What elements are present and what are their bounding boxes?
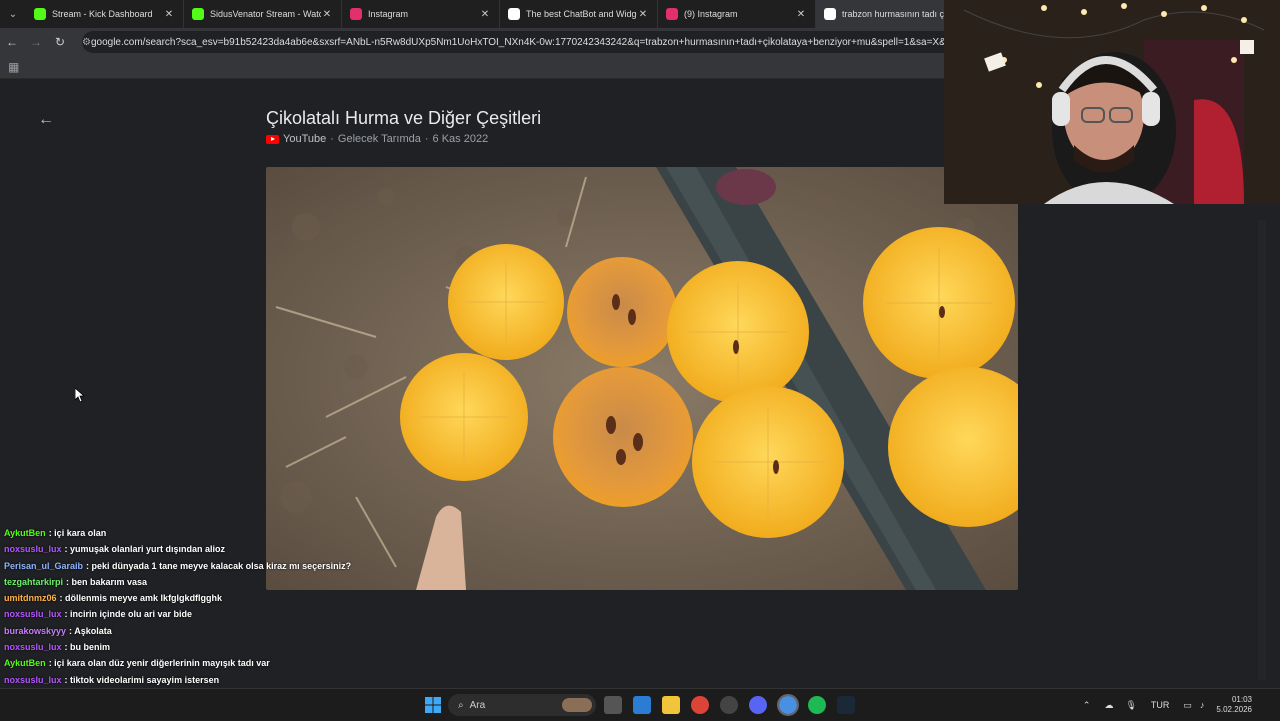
tab-title: The best ChatBot and Widgets: [526, 9, 637, 19]
clock-time: 01:03: [1231, 695, 1252, 704]
instagram-icon: [350, 8, 362, 20]
webcam-overlay: [944, 0, 1280, 204]
apps-grid-icon[interactable]: ▦: [8, 60, 19, 74]
url-text: google.com/search?sca_esv=b91b52423da4ab…: [90, 36, 962, 48]
separator: ·: [424, 133, 429, 145]
kick-icon: [34, 8, 46, 20]
close-tab-icon[interactable]: ✕: [795, 9, 807, 20]
close-tab-icon[interactable]: ✕: [479, 9, 491, 20]
chat-username: noxsuslu_lux: [4, 642, 62, 653]
browser-tab[interactable]: (9) Instagram ✕: [658, 0, 816, 28]
kick-icon: [192, 8, 204, 20]
source-name[interactable]: YouTube: [283, 133, 326, 145]
reload-button[interactable]: ↻: [48, 28, 72, 56]
back-button[interactable]: ←: [0, 28, 24, 56]
windows-start-icon[interactable]: [424, 696, 442, 714]
chat-message: umitdnmz06: döllenmis meyve amk lkfglgkd…: [4, 590, 604, 606]
search-placeholder: Ara: [469, 699, 486, 711]
browser-tab[interactable]: Stream - Kick Dashboard ✕: [26, 0, 184, 28]
chat-username: noxsuslu_lux: [4, 674, 62, 685]
spotify-icon[interactable]: [808, 696, 826, 714]
search-icon: ⌕: [458, 699, 464, 711]
network-icon[interactable]: ▭: [1183, 700, 1192, 711]
chat-text: : içi kara olan düz yenir diğerlerinin m…: [48, 658, 270, 669]
streamer-camera: [944, 0, 1280, 204]
microphone-icon[interactable]: 🎙: [1125, 700, 1136, 711]
volume-icon[interactable]: ♪: [1200, 700, 1205, 710]
browser-tab[interactable]: Instagram ✕: [342, 0, 500, 28]
site-info-icon[interactable]: ⚙: [82, 37, 91, 48]
chat-text: : tiktok videolarimi sayayim istersen: [64, 674, 220, 685]
tab-search-chevron-icon[interactable]: ⌄: [0, 0, 26, 28]
system-tray: ⌃ ☁ 🎙 TUR ▭ ♪ 01:03 5.02.2026: [1083, 689, 1280, 721]
steam-icon[interactable]: [837, 696, 855, 714]
chrome-icon[interactable]: [691, 696, 709, 714]
separator: ·: [330, 133, 334, 145]
chat-username: AykutBen: [4, 528, 46, 538]
forward-button[interactable]: →: [24, 28, 48, 56]
close-tab-icon[interactable]: ✕: [637, 9, 649, 20]
chat-text: : incirin içinde olu ari var bide: [64, 609, 193, 620]
browser-tab[interactable]: The best ChatBot and Widgets ✕: [500, 0, 658, 28]
tab-title: Instagram: [368, 9, 409, 19]
chat-message: burakowskyyy: Aşkolata: [4, 623, 604, 639]
taskbar-search[interactable]: ⌕ Ara: [448, 694, 596, 716]
obs-icon[interactable]: [720, 696, 738, 714]
chat-text: : bu benim: [64, 642, 111, 653]
google-icon: [824, 8, 836, 20]
chat-message: AykutBen: içi kara olan düz yenir diğerl…: [4, 655, 604, 671]
chat-username: Perisan_ul_Garaib: [4, 560, 84, 571]
chat-username: AykutBen: [4, 658, 46, 669]
result-source: YouTube · Gelecek Tarımda · 6 Kas 2022: [266, 133, 488, 145]
file-explorer-icon[interactable]: [662, 696, 680, 714]
youtube-icon: [266, 134, 279, 144]
search-highlight-icon: [562, 698, 592, 712]
viewer-back-button[interactable]: ←: [38, 111, 54, 129]
address-bar[interactable]: ⚙ google.com/search?sca_esv=b91b52423da4…: [82, 31, 962, 53]
chat-text: : Aşkolata: [69, 625, 112, 636]
chat-message: noxsuslu_lux: bu benim: [4, 639, 604, 655]
onedrive-icon[interactable]: ☁: [1104, 700, 1113, 711]
chat-message: noxsuslu_lux: yumuşak olanlari yurt dışı…: [4, 541, 604, 557]
chat-username: tezgahtarkirpi: [4, 576, 64, 587]
vertical-scrollbar[interactable]: [1258, 220, 1266, 680]
chat-text: : yumuşak olanlari yurt dışından alioz: [64, 544, 226, 555]
page-title[interactable]: Çikolatalı Hurma ve Diğer Çeşitleri: [266, 108, 541, 129]
chat-username: noxsuslu_lux: [4, 544, 62, 555]
tab-title: (9) Instagram: [684, 9, 738, 19]
language-indicator[interactable]: TUR: [1151, 700, 1170, 710]
close-tab-icon[interactable]: ✕: [321, 9, 333, 20]
chat-text: : döllenmis meyve amk lkfglgkdflgghk: [59, 593, 223, 604]
channel-name: Gelecek Tarımda: [337, 133, 421, 145]
chat-message: tezgahtarkirpi: ben bakarım vasa: [4, 574, 604, 590]
chat-message: noxsuslu_lux: incirin içinde olu ari var…: [4, 606, 604, 622]
chat-text: : peki dünyada 1 tane meyve kalacak olsa…: [86, 560, 352, 571]
chrome-active-icon[interactable]: [777, 694, 799, 716]
browser-tab[interactable]: SidusVenator Stream - Watch Live✕: [184, 0, 342, 28]
store-icon[interactable]: [633, 696, 651, 714]
chat-username: noxsuslu_lux: [4, 609, 62, 620]
instagram-icon: [666, 8, 678, 20]
clock[interactable]: 01:03 5.02.2026: [1216, 695, 1252, 715]
chat-text: : içi kara olan: [48, 528, 107, 538]
close-tab-icon[interactable]: ✕: [163, 9, 175, 20]
publish-date: 6 Kas 2022: [432, 133, 489, 145]
windows-taskbar: ⌕ Ara ⌃ ☁ 🎙 TUR ▭ ♪ 01:03 5.02.2026: [0, 688, 1280, 721]
chat-message: Perisan_ul_Garaib: peki dünyada 1 tane m…: [4, 558, 604, 574]
chat-message: AykutBen: içi kara olan: [4, 525, 604, 541]
task-view-icon[interactable]: [604, 696, 622, 714]
discord-icon[interactable]: [749, 696, 767, 714]
tray-chevron-icon[interactable]: ⌃: [1083, 700, 1091, 711]
mouse-cursor-icon: [74, 387, 86, 407]
chat-message: noxsuslu_lux: tiktok videolarimi sayayim…: [4, 672, 604, 688]
chat-username: umitdnmz06: [4, 593, 57, 604]
clock-date: 5.02.2026: [1216, 705, 1252, 714]
botrix-icon: [508, 8, 520, 20]
tab-title: Stream - Kick Dashboard: [52, 9, 153, 19]
chat-username: burakowskyyy: [4, 625, 67, 636]
tab-title: SidusVenator Stream - Watch Live: [210, 9, 321, 19]
chat-text: : ben bakarım vasa: [66, 576, 148, 587]
